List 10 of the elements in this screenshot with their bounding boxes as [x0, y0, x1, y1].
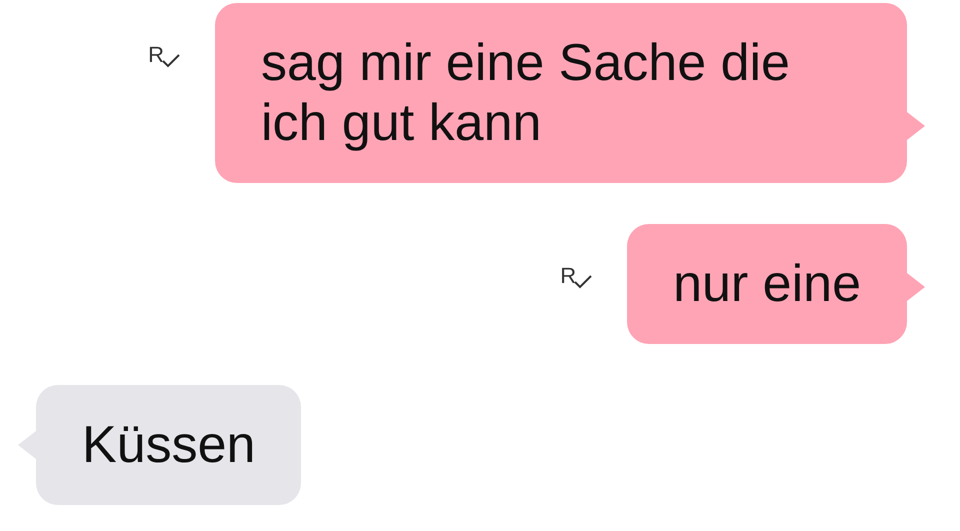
check-icon: [161, 53, 181, 69]
read-receipt-letter: R: [560, 264, 576, 288]
message-bubble: sag mir eine Sache die ich gut kann: [215, 3, 907, 183]
bubble-tail: [907, 112, 925, 140]
message-bubble: Küssen: [36, 385, 302, 505]
bubble-tail: [907, 273, 925, 301]
check-icon: [573, 274, 594, 290]
message-bubble: nur eine: [627, 224, 907, 344]
bubble-tail: [18, 431, 36, 459]
read-receipt-letter: R: [148, 43, 164, 67]
